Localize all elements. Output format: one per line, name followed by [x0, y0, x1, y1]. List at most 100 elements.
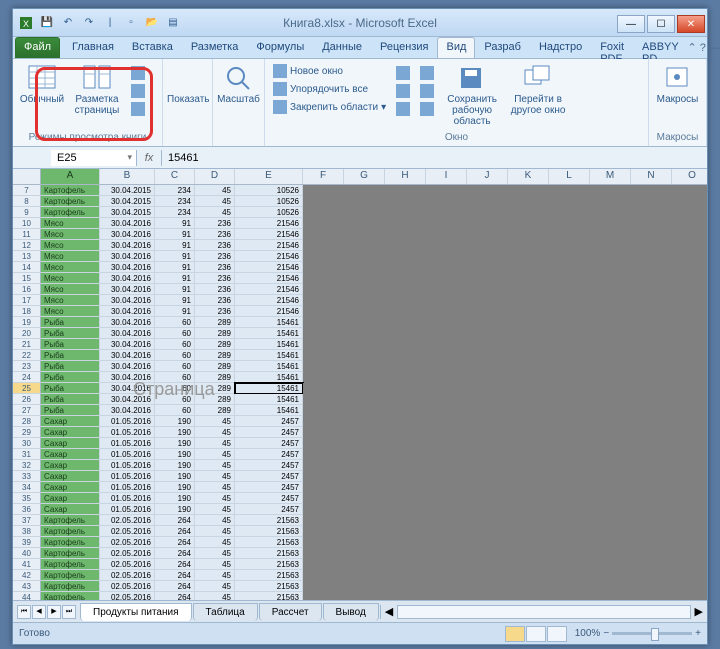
row-header[interactable]: 38	[13, 526, 41, 537]
cell[interactable]: Мясо	[41, 251, 100, 262]
cell[interactable]: Мясо	[41, 295, 100, 306]
cell[interactable]: 21563	[235, 559, 303, 570]
arrange-all-button[interactable]: Упорядочить все	[269, 80, 390, 98]
cell[interactable]: 60	[155, 394, 195, 405]
row-header[interactable]: 9	[13, 207, 41, 218]
horizontal-scrollbar[interactable]: ◀ ▶	[380, 605, 707, 619]
table-row[interactable]: 8Картофель30.04.20152344510526	[13, 196, 707, 207]
row-header[interactable]: 34	[13, 482, 41, 493]
cell[interactable]: 236	[195, 295, 235, 306]
cell[interactable]: Картофель	[41, 548, 100, 559]
cell[interactable]: 21563	[235, 548, 303, 559]
cell[interactable]: 190	[155, 493, 195, 504]
tab-addins[interactable]: Надстро	[530, 37, 591, 58]
show-button[interactable]: Показать	[167, 62, 210, 131]
cell[interactable]: 289	[195, 317, 235, 328]
cell[interactable]: 45	[195, 548, 235, 559]
row-header[interactable]: 43	[13, 581, 41, 592]
table-row[interactable]: 21Рыба30.04.20166028915461	[13, 339, 707, 350]
close-button[interactable]: ✕	[677, 15, 705, 33]
cell[interactable]: Рыба	[41, 328, 100, 339]
status-view-pagelayout[interactable]	[526, 626, 546, 642]
cell[interactable]: 264	[155, 548, 195, 559]
cell[interactable]: 30.04.2016	[100, 306, 155, 317]
cell[interactable]: 30.04.2016	[100, 372, 155, 383]
cell[interactable]: 45	[195, 592, 235, 600]
cell[interactable]: 236	[195, 273, 235, 284]
cell[interactable]: 60	[155, 350, 195, 361]
minimize-button[interactable]: —	[617, 15, 645, 33]
cell[interactable]: 02.05.2016	[100, 592, 155, 600]
view-pagebreak-button[interactable]	[127, 64, 149, 82]
cell[interactable]: 60	[155, 405, 195, 416]
row-header[interactable]: 32	[13, 460, 41, 471]
cell[interactable]: Картофель	[41, 570, 100, 581]
cell[interactable]: 45	[195, 416, 235, 427]
table-row[interactable]: 41Картофель02.05.20162644521563	[13, 559, 707, 570]
col-header-L[interactable]: L	[549, 169, 590, 184]
cell[interactable]: 234	[155, 207, 195, 218]
table-row[interactable]: 33Сахар01.05.2016190452457	[13, 471, 707, 482]
cell[interactable]: 02.05.2016	[100, 526, 155, 537]
table-row[interactable]: 9Картофель30.04.20152344510526	[13, 207, 707, 218]
cell[interactable]: Сахар	[41, 471, 100, 482]
cell[interactable]: 30.04.2015	[100, 207, 155, 218]
cell[interactable]: 30.04.2016	[100, 218, 155, 229]
table-row[interactable]: 43Картофель02.05.20162644521563	[13, 581, 707, 592]
row-header[interactable]: 18	[13, 306, 41, 317]
cell[interactable]: Рыба	[41, 394, 100, 405]
table-row[interactable]: 26Рыба30.04.20166028915461	[13, 394, 707, 405]
status-view-normal[interactable]	[505, 626, 525, 642]
zoom-out-icon[interactable]: −	[603, 628, 609, 639]
tab-data[interactable]: Данные	[313, 37, 371, 58]
cell[interactable]: 2457	[235, 449, 303, 460]
cell[interactable]: 30.04.2016	[100, 295, 155, 306]
table-row[interactable]: 15Мясо30.04.20169123621546	[13, 273, 707, 284]
row-header[interactable]: 17	[13, 295, 41, 306]
table-row[interactable]: 19Рыба30.04.20166028915461	[13, 317, 707, 328]
cell[interactable]: 91	[155, 240, 195, 251]
table-row[interactable]: 20Рыба30.04.20166028915461	[13, 328, 707, 339]
cell[interactable]: 01.05.2016	[100, 471, 155, 482]
cell[interactable]: 190	[155, 438, 195, 449]
cell[interactable]: 21563	[235, 526, 303, 537]
row-header[interactable]: 7	[13, 185, 41, 196]
cell[interactable]: 21563	[235, 581, 303, 592]
cell[interactable]: 45	[195, 482, 235, 493]
reset-pos-button[interactable]	[416, 82, 438, 100]
wbk-min-icon[interactable]: —	[709, 42, 720, 54]
cell[interactable]: 45	[195, 504, 235, 515]
cell[interactable]: 190	[155, 460, 195, 471]
print-icon[interactable]: ▤	[164, 14, 182, 32]
tab-file[interactable]: Файл	[15, 37, 60, 58]
status-view-pagebreak[interactable]	[547, 626, 567, 642]
cell[interactable]: 289	[195, 350, 235, 361]
cell[interactable]: 2457	[235, 427, 303, 438]
cell[interactable]: 289	[195, 339, 235, 350]
hscroll-left-icon[interactable]: ◀	[385, 605, 393, 618]
cell[interactable]: 236	[195, 229, 235, 240]
cell[interactable]: 15461	[235, 394, 303, 405]
cell[interactable]: 02.05.2016	[100, 581, 155, 592]
cell[interactable]: Картофель	[41, 196, 100, 207]
cell[interactable]: 234	[155, 185, 195, 196]
cell[interactable]: 21546	[235, 306, 303, 317]
cell[interactable]: 15461	[235, 361, 303, 372]
sheet-tab-4[interactable]: Вывод	[323, 603, 379, 621]
cell[interactable]: 30.04.2016	[100, 361, 155, 372]
cell[interactable]: 2457	[235, 471, 303, 482]
cell[interactable]: 01.05.2016	[100, 449, 155, 460]
formula-input[interactable]: 15461	[161, 150, 707, 166]
table-row[interactable]: 13Мясо30.04.20169123621546	[13, 251, 707, 262]
cell[interactable]: 21546	[235, 229, 303, 240]
cell[interactable]: 45	[195, 526, 235, 537]
tab-home[interactable]: Главная	[63, 37, 123, 58]
new-icon[interactable]: ▫	[122, 14, 140, 32]
sync-scroll-button[interactable]	[416, 64, 438, 82]
sheet-tab-2[interactable]: Таблица	[193, 603, 258, 621]
cell[interactable]: Картофель	[41, 559, 100, 570]
table-row[interactable]: 14Мясо30.04.20169123621546	[13, 262, 707, 273]
col-header-K[interactable]: K	[508, 169, 549, 184]
table-row[interactable]: 32Сахар01.05.2016190452457	[13, 460, 707, 471]
cell[interactable]: 190	[155, 427, 195, 438]
